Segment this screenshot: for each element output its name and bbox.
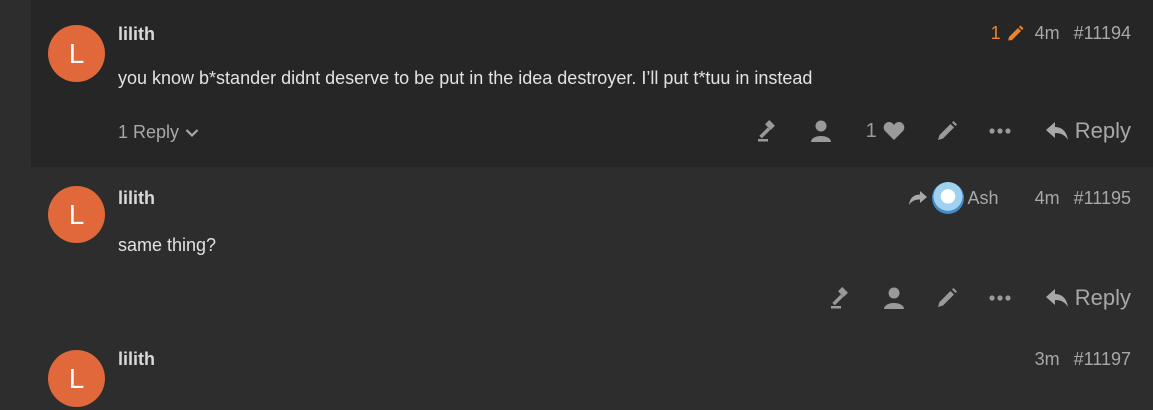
pencil-icon — [937, 288, 957, 307]
pencil-icon — [937, 121, 957, 140]
more-actions-button[interactable] — [989, 295, 1011, 301]
post-11195: L lilith Ash 4m #11195 same thing? Reply — [31, 167, 1153, 331]
avatar[interactable]: L — [48, 186, 105, 243]
pencil-icon — [1007, 25, 1024, 41]
post-age[interactable]: 3m — [1035, 349, 1060, 370]
post-meta: 3m #11197 — [1025, 349, 1131, 370]
share-arrow-icon — [908, 191, 927, 205]
reply-to-username: Ash — [967, 187, 999, 208]
post-username[interactable]: lilith — [118, 188, 155, 209]
avatar[interactable]: L — [48, 25, 105, 82]
admin-button[interactable] — [810, 119, 832, 143]
gavel-icon — [830, 287, 848, 309]
post-username[interactable]: lilith — [118, 349, 155, 370]
ellipsis-icon — [989, 128, 1011, 134]
post-body: you know b*stander didnt deserve to be p… — [118, 68, 813, 88]
post-actions: 1 Reply — [756, 118, 1131, 144]
more-actions-button[interactable] — [989, 128, 1011, 134]
post-number[interactable]: #11194 — [1074, 23, 1131, 44]
admin-button[interactable] — [883, 286, 905, 310]
reply-label: Reply — [1074, 118, 1131, 143]
reply-to-avatar — [931, 182, 964, 214]
reply-icon — [1045, 289, 1068, 307]
post-number[interactable]: #11195 — [1074, 188, 1131, 209]
ellipsis-icon — [989, 295, 1011, 301]
like-button[interactable]: 1 — [866, 120, 905, 143]
post-age[interactable]: 4m — [1035, 23, 1060, 44]
like-count: 1 — [865, 119, 877, 142]
moderation-button[interactable] — [756, 119, 780, 143]
avatar-letter: L — [68, 37, 85, 69]
chevron-down-icon — [185, 128, 199, 137]
post-11194: L lilith 1 4m #11194 you know b*stander … — [31, 0, 1153, 167]
replies-toggle[interactable]: 1 Reply — [118, 122, 199, 143]
gavel-icon — [757, 120, 775, 142]
edit-button[interactable] — [935, 119, 959, 143]
reply-button[interactable]: Reply — [1045, 118, 1131, 144]
reply-button[interactable]: Reply — [1045, 285, 1131, 311]
post-meta: 1 4m #11194 — [991, 23, 1131, 44]
post-11197: L lilith 3m #11197 — [31, 331, 1153, 410]
avatar[interactable]: L — [48, 350, 105, 407]
edit-history-button[interactable]: 1 — [991, 23, 1025, 44]
post-meta: Ash 4m #11195 — [908, 182, 1131, 214]
user-icon — [883, 287, 904, 309]
post-body: same thing? — [118, 235, 217, 255]
user-icon — [810, 120, 831, 142]
avatar-letter: L — [68, 362, 85, 394]
heart-icon — [883, 122, 905, 140]
moderation-button[interactable] — [829, 286, 853, 310]
avatar-letter: L — [68, 198, 85, 230]
reply-icon — [1045, 122, 1068, 140]
post-username[interactable]: lilith — [118, 24, 155, 45]
edit-button[interactable] — [935, 286, 959, 310]
reply-to-tab[interactable]: Ash — [908, 182, 999, 214]
left-gutter — [0, 0, 31, 410]
edit-count: 1 — [990, 23, 1001, 43]
reply-label: Reply — [1074, 285, 1131, 310]
post-age[interactable]: 4m — [1035, 188, 1060, 209]
replies-label: 1 Reply — [118, 122, 180, 142]
post-actions: Reply — [829, 285, 1131, 311]
post-number[interactable]: #11197 — [1074, 349, 1131, 370]
